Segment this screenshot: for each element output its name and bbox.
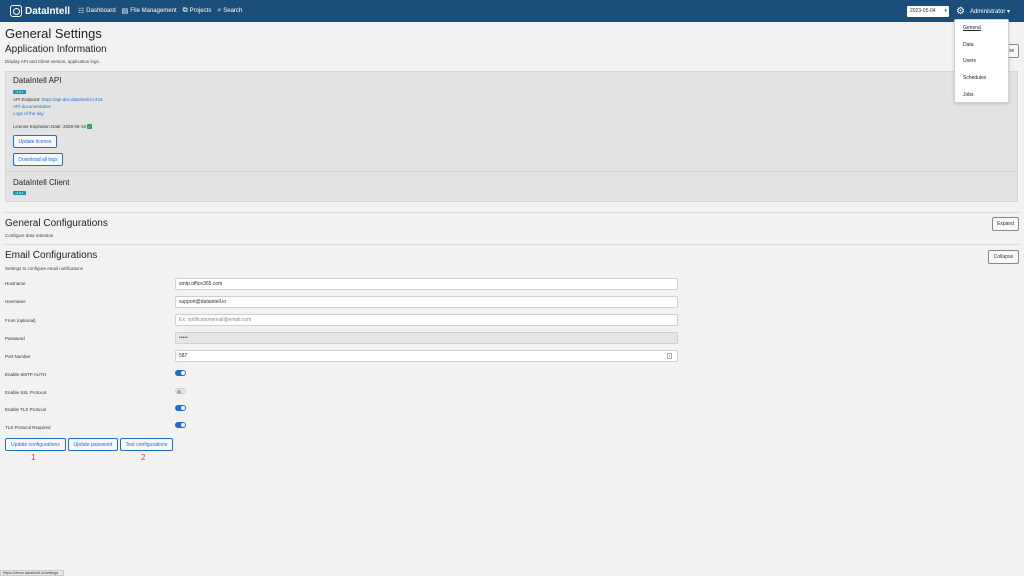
- app-info-title: Application Information: [5, 44, 107, 55]
- nav-dashboard-label: Dashboard: [86, 8, 116, 14]
- brand[interactable]: DataIntell: [10, 5, 70, 17]
- toggle-knob: [181, 406, 185, 410]
- date-picker[interactable]: 2023-05-04 ▾: [907, 5, 949, 17]
- nav-search-label: Search: [223, 8, 243, 14]
- download-logs-button[interactable]: Download all logs: [13, 153, 63, 166]
- settings-dropdown: General Data Users Schedules Jobs: [954, 19, 1009, 103]
- annotation-2: 2: [141, 453, 146, 462]
- license-expiration-label: License Expiration Date: 2028-06-18: [13, 124, 87, 129]
- password-label: Password: [5, 336, 25, 341]
- date-value: 2023-05-04: [910, 8, 936, 14]
- from-input[interactable]: Ex: notificationemail@email.com: [175, 314, 678, 326]
- stepper-icon[interactable]: ⇕: [667, 353, 672, 359]
- nav-projects[interactable]: ⧉ Projects: [183, 7, 212, 15]
- dropdown-item-jobs[interactable]: Jobs: [955, 86, 1008, 103]
- license-expiration: License Expiration Date: 2028-06-18 ✓: [13, 124, 93, 129]
- dashboard-icon: ☷: [78, 8, 85, 15]
- tls-label: Enable TLS Protocol: [5, 407, 47, 412]
- brand-name: DataIntell: [25, 5, 71, 17]
- hostname-input[interactable]: smtp.office365.com: [175, 278, 678, 290]
- port-label: Port Number: [5, 354, 31, 359]
- navbar-right: 2023-05-04 ▾ ⚙ Administrator ▾: [907, 5, 1010, 17]
- toggle-knob: [177, 389, 181, 394]
- brand-logo-icon: [10, 5, 22, 17]
- search-icon: ⌕: [217, 7, 222, 14]
- ssl-toggle[interactable]: [175, 388, 186, 394]
- test-configurations-button[interactable]: Test configurations: [120, 438, 173, 451]
- folder-icon: ▤: [121, 8, 129, 15]
- api-version-badge: v1.8.1: [13, 90, 26, 94]
- username-label: Username: [5, 299, 26, 304]
- username-input[interactable]: support@dataintell.io: [175, 296, 678, 308]
- toggle-knob: [181, 423, 185, 427]
- tls-required-toggle[interactable]: [175, 422, 186, 428]
- client-title: DataIntell Client: [13, 178, 70, 187]
- logs-of-day-link[interactable]: Logs of the day: [13, 111, 44, 116]
- general-config-expand-button[interactable]: Expand: [992, 217, 1019, 231]
- gear-icon[interactable]: ⚙: [956, 6, 965, 17]
- dropdown-item-schedules[interactable]: Schedules: [955, 70, 1008, 87]
- port-value: 587: [179, 353, 188, 359]
- nav-projects-label: Projects: [189, 8, 212, 14]
- email-config-title: Email Configurations: [5, 250, 98, 261]
- port-input[interactable]: 587 ⇕: [175, 350, 678, 362]
- dropdown-item-users[interactable]: Users: [955, 53, 1008, 70]
- email-config-collapse-button[interactable]: Collapse: [988, 250, 1019, 264]
- app-info-subtitle: Display API and Client version, applicat…: [5, 59, 101, 64]
- app-info-card: DataIntell API v1.8.1 API Endpoint: http…: [5, 71, 1018, 202]
- smtp-auth-toggle[interactable]: [175, 370, 186, 376]
- tls-required-label: TLS Protocol Required: [5, 425, 51, 430]
- smtp-auth-label: Enable SMTP AUTH: [5, 372, 46, 377]
- email-config-subtitle: Settings to configure email notification…: [5, 266, 84, 271]
- general-config-title: General Configurations: [5, 218, 108, 229]
- from-label: From (optional): [5, 318, 36, 323]
- general-config-subtitle: Configure data retention: [5, 233, 54, 238]
- api-endpoint-link[interactable]: https://api-dev.dataintell.io:443: [42, 97, 103, 102]
- nav-file-management-label: File Management: [130, 8, 177, 14]
- api-endpoint-label: API Endpoint:: [13, 97, 42, 102]
- navbar: DataIntell ☷ Dashboard ▤ File Management…: [0, 0, 1024, 22]
- nav-search[interactable]: ⌕ Search: [217, 7, 242, 15]
- password-input[interactable]: •••••: [175, 332, 678, 344]
- check-icon: ✓: [87, 124, 93, 129]
- status-bar-url: https://demo.dataintell.io/settings: [0, 570, 64, 576]
- dropdown-item-general[interactable]: General: [955, 20, 1008, 37]
- dropdown-item-data[interactable]: Data: [955, 37, 1008, 54]
- hostname-label: Hostname: [5, 281, 26, 286]
- page-title: General Settings: [5, 26, 102, 41]
- calendar-icon: ▾: [944, 7, 947, 14]
- api-docs-link[interactable]: API documentation: [13, 104, 51, 109]
- nav-dashboard[interactable]: ☷ Dashboard: [78, 7, 116, 15]
- section-divider: [5, 244, 1019, 245]
- update-password-button[interactable]: Update password: [68, 438, 118, 451]
- nav-file-management[interactable]: ▤ File Management: [122, 7, 177, 15]
- tls-toggle[interactable]: [175, 405, 186, 411]
- projects-icon: ⧉: [182, 7, 188, 14]
- api-endpoint: API Endpoint: https://api-dev.dataintell…: [13, 97, 103, 102]
- annotation-1: 1: [31, 453, 36, 462]
- user-menu[interactable]: Administrator ▾: [970, 8, 1010, 15]
- api-title: DataIntell API: [13, 76, 62, 85]
- update-license-button[interactable]: Update license: [13, 135, 57, 148]
- update-configurations-button[interactable]: Update configurations: [5, 438, 66, 451]
- client-version-badge: v1.8.1: [13, 191, 26, 195]
- ssl-label: Enable SSL Protocol: [5, 390, 47, 395]
- card-divider: [6, 171, 1017, 172]
- toggle-knob: [181, 371, 185, 375]
- section-divider: [5, 212, 1019, 213]
